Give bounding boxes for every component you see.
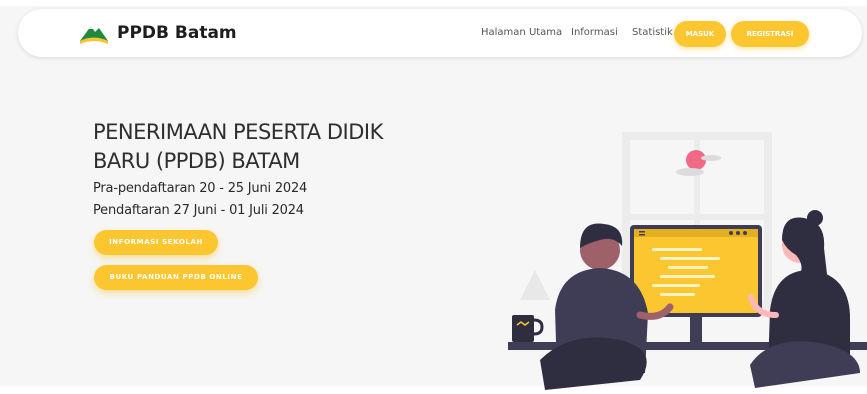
mug-icon [512,315,544,342]
monitor-icon [630,225,762,342]
nav-link-informasi[interactable]: Informasi [571,9,618,57]
hero-title: PENERIMAAN PESERTA DIDIK BARU (PPDB) BAT… [93,118,423,176]
school-info-button[interactable]: INFORMASI SEKOLAH [94,230,218,255]
hero-title-line1: PENERIMAAN PESERTA DIDIK [93,120,383,144]
brand-name: PPDB Batam [117,23,237,43]
register-button[interactable]: REGISTRASI [731,21,809,47]
top-strip [0,0,867,6]
pre-registration-date: Pra-pendaftaran 20 - 25 Juni 2024 [93,181,308,196]
navbar: PPDB Batam Halaman Utama Informasi Stati… [18,9,862,57]
guide-book-button[interactable]: BUKU PANDUAN PPDB ONLINE [94,265,258,290]
mountain-logo-icon [80,26,108,44]
login-button[interactable]: MASUK [674,21,726,47]
hero-title-line2: BARU (PPDB) BATAM [93,149,300,173]
brand[interactable]: PPDB Batam [78,20,237,46]
developers-illustration [508,132,867,390]
registration-date: Pendaftaran 27 Juni - 01 Juli 2024 [93,203,304,218]
nav-link-halaman-utama[interactable]: Halaman Utama [481,9,562,57]
nav-link-statistik[interactable]: Statistik [632,9,673,57]
